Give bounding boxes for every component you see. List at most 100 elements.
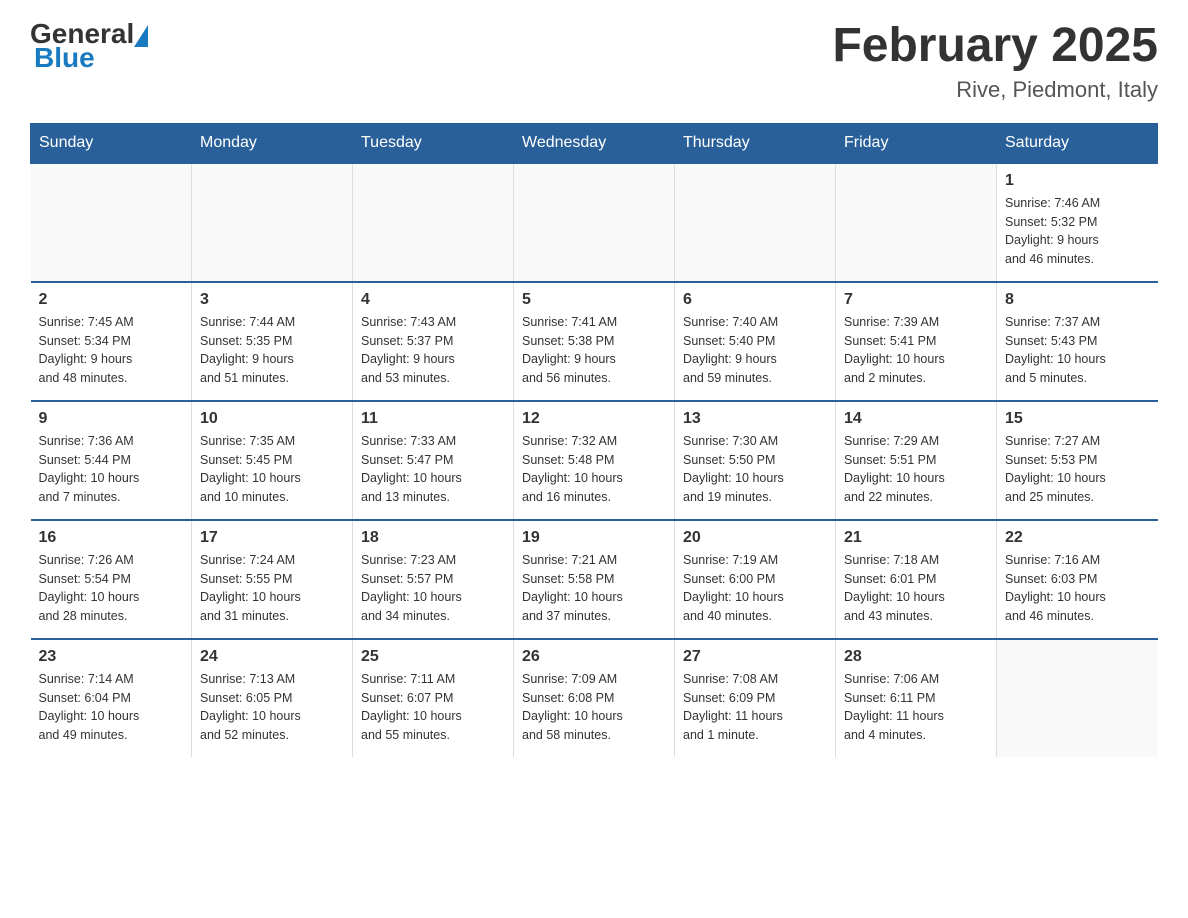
- day-number: 16: [39, 529, 184, 547]
- day-number: 12: [522, 410, 666, 428]
- day-number: 18: [361, 529, 505, 547]
- title-section: February 2025 Rive, Piedmont, Italy: [832, 20, 1158, 103]
- day-info: Sunrise: 7:08 AM Sunset: 6:09 PM Dayligh…: [683, 670, 827, 745]
- week-row-4: 16 Sunrise: 7:26 AM Sunset: 5:54 PM Dayli…: [31, 520, 1158, 639]
- calendar-header: SundayMondayTuesdayWednesdayThursdayFrid…: [31, 123, 1158, 163]
- week-row-5: 23Sunrise: 7:14 AM Sunset: 6:04 PM Dayli…: [31, 639, 1158, 757]
- day-number: 20: [683, 529, 827, 547]
- day-info: Sunrise: 7:16 AM Sunset: 6:03 PM Dayligh…: [1005, 551, 1150, 626]
- page-header: General Blue February 2025 Rive, Piedmon…: [30, 20, 1158, 103]
- logo-triangle-icon: [134, 25, 148, 47]
- day-info: Sunrise: 7:23 AM Sunset: 5:57 PM Dayligh…: [361, 551, 505, 626]
- day-number: 14: [844, 410, 988, 428]
- weekday-header-saturday: Saturday: [997, 123, 1158, 163]
- calendar-cell: 13 Sunrise: 7:30 AM Sunset: 5:50 PM Dayli…: [675, 401, 836, 520]
- day-number: 7: [844, 291, 988, 309]
- day-info: Sunrise: 7:24 AM Sunset: 5:55 PM Dayligh…: [200, 551, 344, 626]
- weekday-header-monday: Monday: [192, 123, 353, 163]
- calendar-cell: 9 Sunrise: 7:36 AM Sunset: 5:44 PM Daylig…: [31, 401, 192, 520]
- day-number: 17: [200, 529, 344, 547]
- calendar-cell: 25 Sunrise: 7:11 AM Sunset: 6:07 PM Dayli…: [353, 639, 514, 757]
- day-number: 24: [200, 648, 344, 666]
- day-number: 25: [361, 648, 505, 666]
- day-info: Sunrise: 7:26 AM Sunset: 5:54 PM Dayligh…: [39, 551, 184, 626]
- calendar-cell: 4Sunrise: 7:43 AM Sunset: 5:37 PM Daylig…: [353, 282, 514, 401]
- day-number: 19: [522, 529, 666, 547]
- day-number: 27: [683, 648, 827, 666]
- day-info: Sunrise: 7:46 AM Sunset: 5:32 PM Dayligh…: [1005, 194, 1150, 269]
- calendar-cell: 16 Sunrise: 7:26 AM Sunset: 5:54 PM Dayli…: [31, 520, 192, 639]
- day-info: Sunrise: 7:36 AM Sunset: 5:44 PM Dayligh…: [39, 432, 184, 507]
- day-number: 2: [39, 291, 184, 309]
- day-number: 13: [683, 410, 827, 428]
- day-info: Sunrise: 7:35 AM Sunset: 5:45 PM Dayligh…: [200, 432, 344, 507]
- day-info: Sunrise: 7:32 AM Sunset: 5:48 PM Dayligh…: [522, 432, 666, 507]
- calendar-cell: 8 Sunrise: 7:37 AM Sunset: 5:43 PM Daylig…: [997, 282, 1158, 401]
- calendar-cell: 15Sunrise: 7:27 AM Sunset: 5:53 PM Dayli…: [997, 401, 1158, 520]
- calendar-cell: 14 Sunrise: 7:29 AM Sunset: 5:51 PM Dayli…: [836, 401, 997, 520]
- day-info: Sunrise: 7:45 AM Sunset: 5:34 PM Dayligh…: [39, 313, 184, 388]
- day-number: 26: [522, 648, 666, 666]
- day-number: 10: [200, 410, 344, 428]
- calendar-cell: 12 Sunrise: 7:32 AM Sunset: 5:48 PM Dayli…: [514, 401, 675, 520]
- calendar-cell: 2 Sunrise: 7:45 AM Sunset: 5:34 PM Daylig…: [31, 282, 192, 401]
- week-row-1: 1 Sunrise: 7:46 AM Sunset: 5:32 PM Daylig…: [31, 163, 1158, 282]
- day-info: Sunrise: 7:27 AM Sunset: 5:53 PM Dayligh…: [1005, 432, 1150, 507]
- day-info: Sunrise: 7:06 AM Sunset: 6:11 PM Dayligh…: [844, 670, 988, 745]
- day-info: Sunrise: 7:19 AM Sunset: 6:00 PM Dayligh…: [683, 551, 827, 626]
- day-info: Sunrise: 7:37 AM Sunset: 5:43 PM Dayligh…: [1005, 313, 1150, 388]
- calendar-cell: 6Sunrise: 7:40 AM Sunset: 5:40 PM Daylig…: [675, 282, 836, 401]
- calendar-cell: 26 Sunrise: 7:09 AM Sunset: 6:08 PM Dayli…: [514, 639, 675, 757]
- day-number: 8: [1005, 291, 1150, 309]
- weekday-header-tuesday: Tuesday: [353, 123, 514, 163]
- day-info: Sunrise: 7:29 AM Sunset: 5:51 PM Dayligh…: [844, 432, 988, 507]
- week-row-2: 2 Sunrise: 7:45 AM Sunset: 5:34 PM Daylig…: [31, 282, 1158, 401]
- day-info: Sunrise: 7:11 AM Sunset: 6:07 PM Dayligh…: [361, 670, 505, 745]
- day-number: 6: [683, 291, 827, 309]
- day-info: Sunrise: 7:13 AM Sunset: 6:05 PM Dayligh…: [200, 670, 344, 745]
- weekday-header-friday: Friday: [836, 123, 997, 163]
- day-number: 3: [200, 291, 344, 309]
- calendar-cell: [353, 163, 514, 282]
- day-info: Sunrise: 7:14 AM Sunset: 6:04 PM Dayligh…: [39, 670, 184, 745]
- day-info: Sunrise: 7:39 AM Sunset: 5:41 PM Dayligh…: [844, 313, 988, 388]
- calendar-cell: 5 Sunrise: 7:41 AM Sunset: 5:38 PM Daylig…: [514, 282, 675, 401]
- day-info: Sunrise: 7:30 AM Sunset: 5:50 PM Dayligh…: [683, 432, 827, 507]
- logo: General Blue: [30, 20, 148, 72]
- logo-blue: Blue: [34, 44, 95, 72]
- day-number: 9: [39, 410, 184, 428]
- weekday-header-wednesday: Wednesday: [514, 123, 675, 163]
- calendar-subtitle: Rive, Piedmont, Italy: [832, 77, 1158, 103]
- day-number: 1: [1005, 172, 1150, 190]
- calendar-cell: 24 Sunrise: 7:13 AM Sunset: 6:05 PM Dayli…: [192, 639, 353, 757]
- day-info: Sunrise: 7:41 AM Sunset: 5:38 PM Dayligh…: [522, 313, 666, 388]
- calendar-cell: 7 Sunrise: 7:39 AM Sunset: 5:41 PM Daylig…: [836, 282, 997, 401]
- day-number: 5: [522, 291, 666, 309]
- calendar-cell: [192, 163, 353, 282]
- calendar-cell: 22 Sunrise: 7:16 AM Sunset: 6:03 PM Dayli…: [997, 520, 1158, 639]
- calendar-cell: [514, 163, 675, 282]
- weekday-header-row: SundayMondayTuesdayWednesdayThursdayFrid…: [31, 123, 1158, 163]
- calendar-cell: [997, 639, 1158, 757]
- day-info: Sunrise: 7:09 AM Sunset: 6:08 PM Dayligh…: [522, 670, 666, 745]
- calendar-cell: 1 Sunrise: 7:46 AM Sunset: 5:32 PM Daylig…: [997, 163, 1158, 282]
- calendar-cell: 17 Sunrise: 7:24 AM Sunset: 5:55 PM Dayli…: [192, 520, 353, 639]
- weekday-header-thursday: Thursday: [675, 123, 836, 163]
- calendar-cell: 18 Sunrise: 7:23 AM Sunset: 5:57 PM Dayli…: [353, 520, 514, 639]
- calendar-cell: 19 Sunrise: 7:21 AM Sunset: 5:58 PM Dayli…: [514, 520, 675, 639]
- calendar-cell: 23Sunrise: 7:14 AM Sunset: 6:04 PM Dayli…: [31, 639, 192, 757]
- day-number: 28: [844, 648, 988, 666]
- weekday-header-sunday: Sunday: [31, 123, 192, 163]
- calendar-cell: 3 Sunrise: 7:44 AM Sunset: 5:35 PM Daylig…: [192, 282, 353, 401]
- calendar-cell: 27 Sunrise: 7:08 AM Sunset: 6:09 PM Dayli…: [675, 639, 836, 757]
- day-info: Sunrise: 7:18 AM Sunset: 6:01 PM Dayligh…: [844, 551, 988, 626]
- day-info: Sunrise: 7:44 AM Sunset: 5:35 PM Dayligh…: [200, 313, 344, 388]
- calendar-cell: [836, 163, 997, 282]
- day-info: Sunrise: 7:21 AM Sunset: 5:58 PM Dayligh…: [522, 551, 666, 626]
- day-info: Sunrise: 7:43 AM Sunset: 5:37 PM Dayligh…: [361, 313, 505, 388]
- day-number: 11: [361, 410, 505, 428]
- calendar-cell: 28 Sunrise: 7:06 AM Sunset: 6:11 PM Dayli…: [836, 639, 997, 757]
- day-info: Sunrise: 7:33 AM Sunset: 5:47 PM Dayligh…: [361, 432, 505, 507]
- calendar-cell: [31, 163, 192, 282]
- day-number: 22: [1005, 529, 1150, 547]
